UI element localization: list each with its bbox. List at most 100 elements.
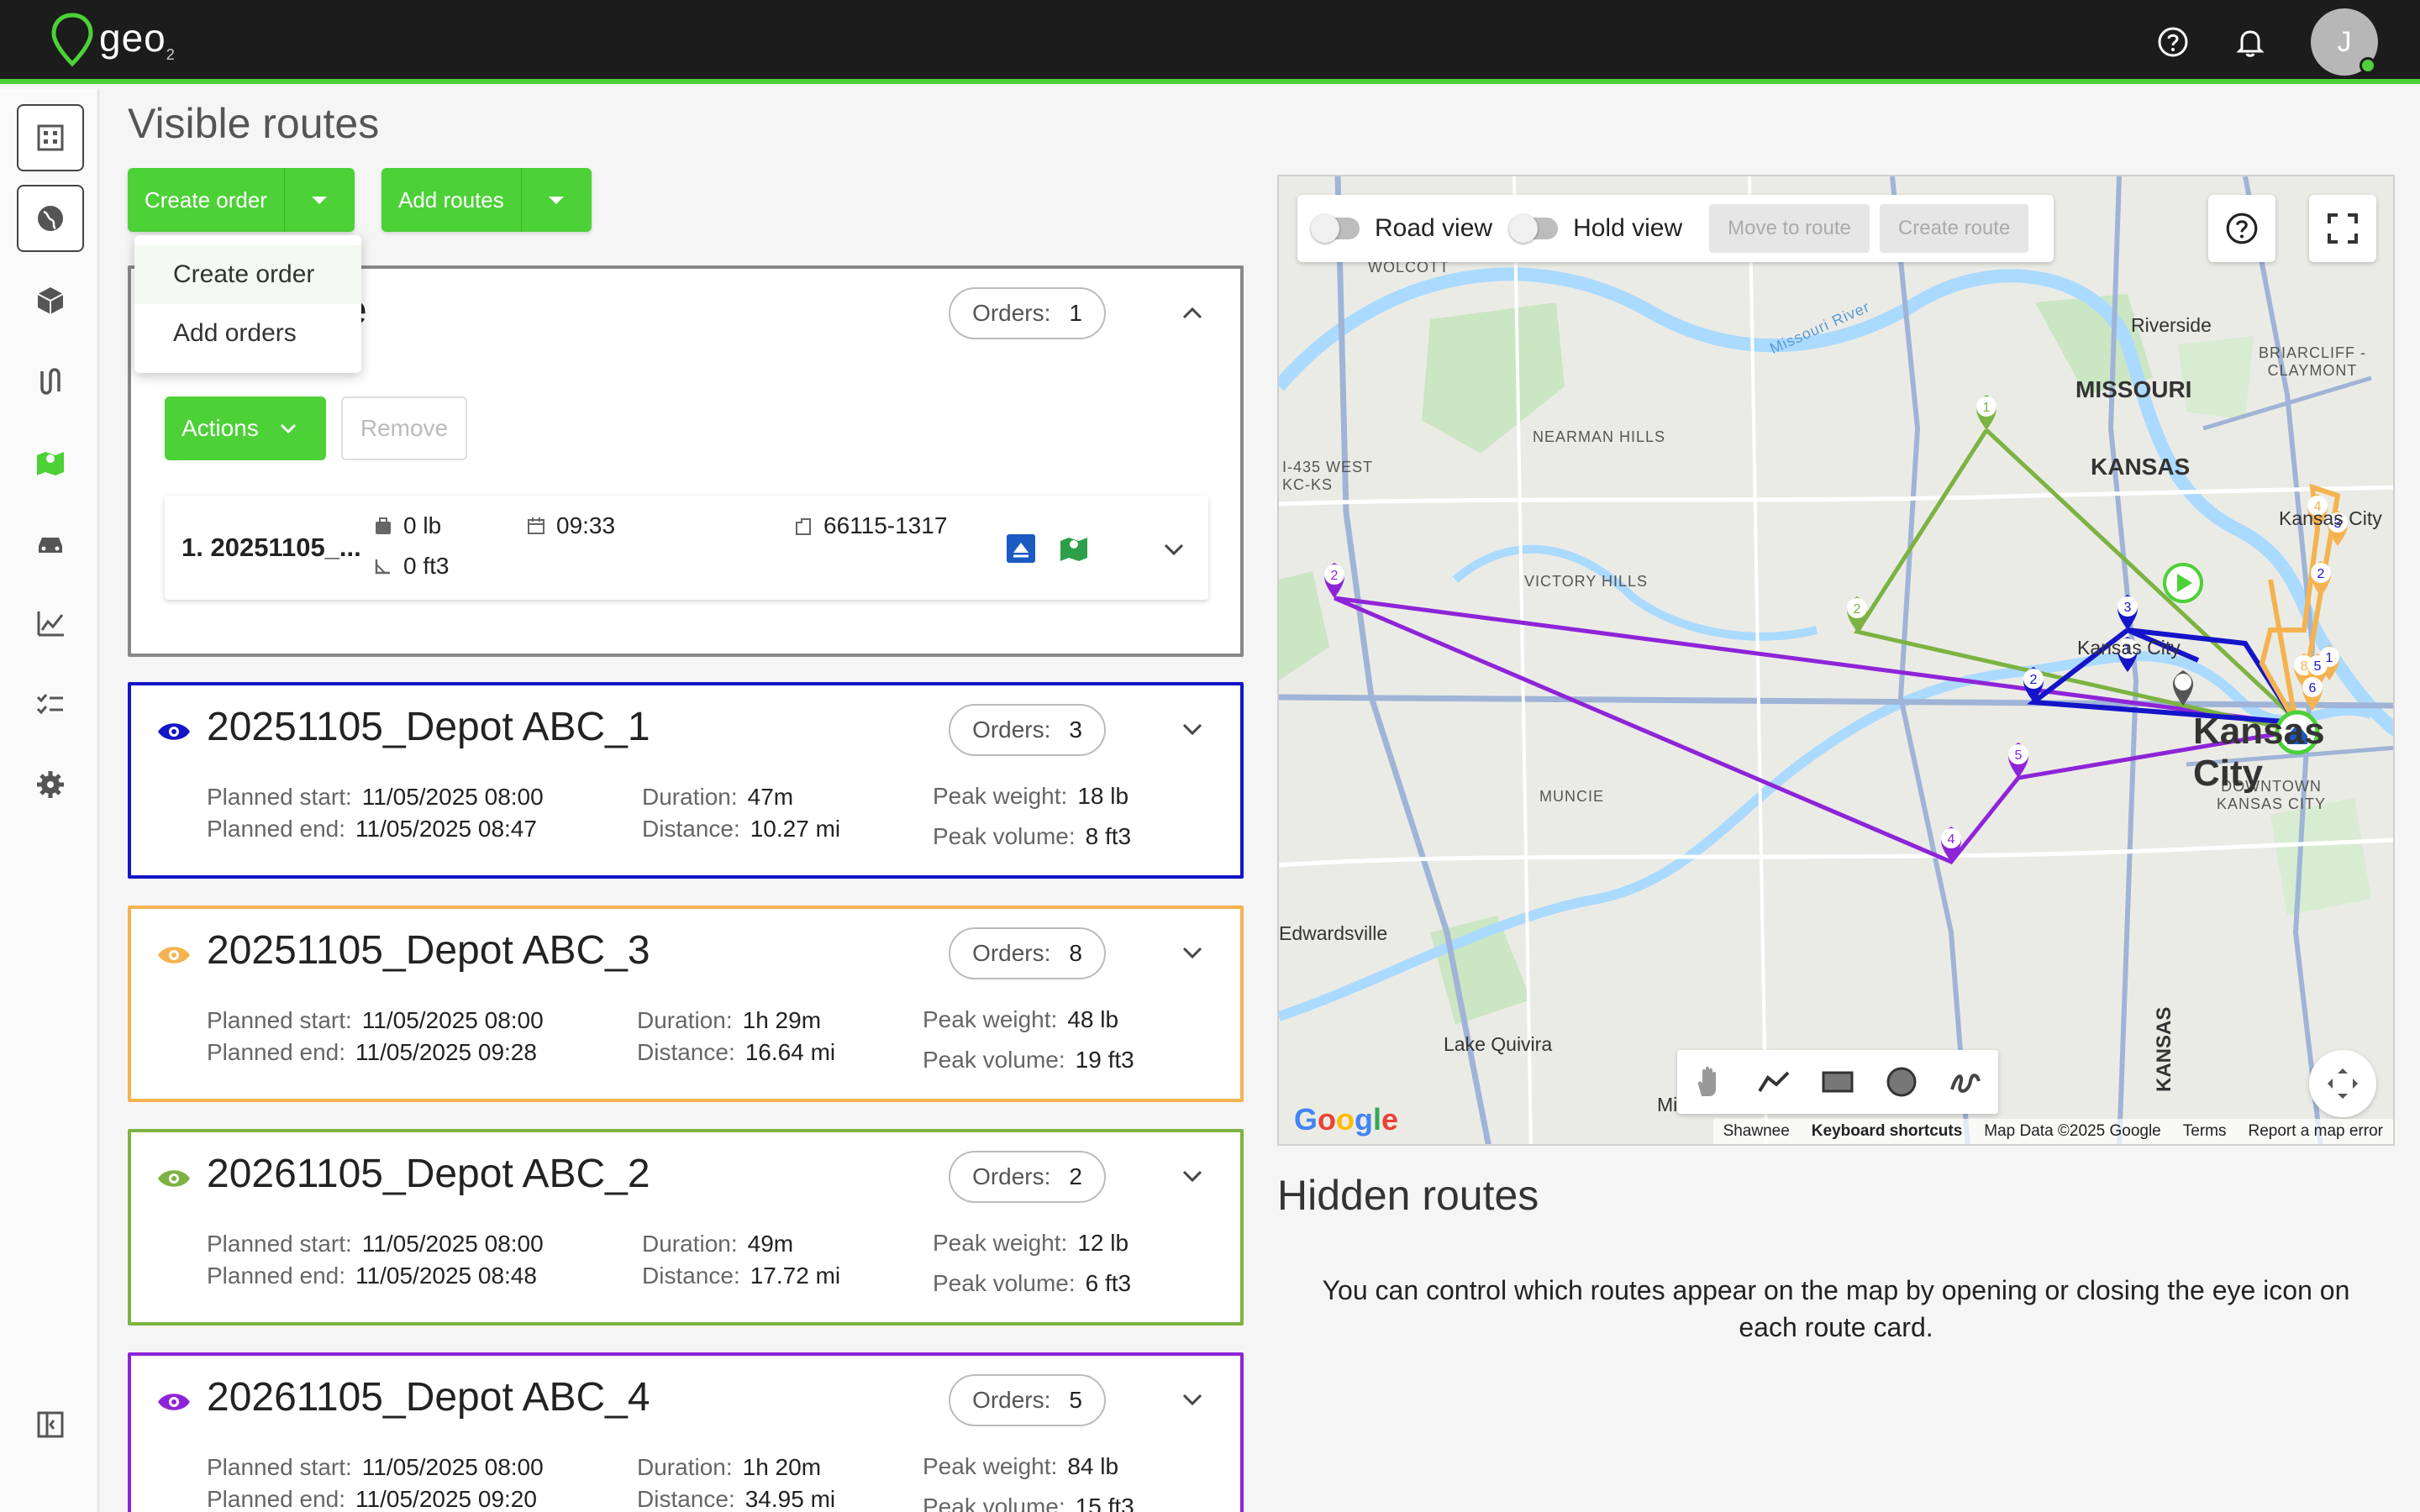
gear-icon [37, 771, 64, 798]
add-routes-menu-toggle[interactable] [520, 168, 592, 232]
sidebar-item-buildings[interactable] [17, 104, 84, 171]
menu-item-add-orders[interactable]: Add orders [134, 304, 361, 363]
hold-view-toggle[interactable] [1509, 214, 1559, 243]
sidebar-item-map[interactable] [17, 428, 84, 496]
remove-button[interactable]: Remove [341, 396, 467, 460]
orders-count-pill: Orders: 1 [949, 287, 1106, 339]
svg-text:2: 2 [2317, 567, 2325, 581]
chevron-down-icon[interactable] [1181, 946, 1203, 959]
svg-text:5: 5 [2015, 748, 2023, 763]
order-time: 09:33 [526, 512, 615, 539]
order-volume: 0 ft3 [373, 553, 449, 580]
eye-icon[interactable] [156, 944, 192, 966]
create-order-button[interactable]: Create order [128, 168, 284, 232]
report-map-error-link[interactable]: Report a map error [2248, 1122, 2383, 1141]
map-place-label: MISSOURI [2075, 376, 2192, 402]
hidden-routes-help-text: You can control which routes appear on t… [1322, 1275, 2350, 1342]
fullscreen-icon [2328, 213, 2358, 244]
sidebar-item-analytics[interactable] [17, 590, 84, 657]
assign-to-route-icon[interactable] [1005, 533, 1037, 564]
freehand-icon[interactable] [1949, 1064, 1984, 1100]
create-order-menu-toggle[interactable] [283, 168, 355, 232]
polyline-icon[interactable] [1756, 1064, 1791, 1100]
add-routes-button[interactable]: Add routes [381, 168, 521, 232]
planned-times: Planned start: 11/05/2025 08:00 Planned e… [207, 784, 544, 842]
map-drawing-toolbar [1677, 1050, 1998, 1114]
orders-count-pill: Orders: 5 [949, 1374, 1106, 1426]
orders-count-pill: Orders: 2 [949, 1151, 1106, 1203]
chevron-down-icon[interactable] [1163, 543, 1185, 556]
sidebar-item-packages[interactable] [17, 267, 84, 334]
route-card[interactable]: 20261105_Depot ABC_2 Orders: 2 Planned st… [128, 1129, 1244, 1326]
road-view-label: Road view [1375, 214, 1493, 242]
svg-text:3: 3 [2124, 601, 2132, 615]
hold-view-label: Hold view [1573, 214, 1683, 242]
help-icon [2226, 213, 2258, 244]
peak-stats: Peak weight: 84 lb Peak volume: 15 ft3 [923, 1453, 1134, 1512]
duration-distance: Duration: 49m Distance: 17.72 mi [642, 1231, 841, 1289]
route-title: 20261105_Depot ABC_4 [207, 1375, 650, 1420]
eye-icon[interactable] [156, 721, 192, 743]
chevron-down-icon [280, 423, 296, 434]
move-to-route-button[interactable]: Move to route [1709, 204, 1870, 253]
rectangle-icon[interactable] [1820, 1064, 1855, 1100]
car-icon [39, 538, 62, 553]
road-view-toggle[interactable] [1311, 214, 1360, 243]
sidebar-item-globe[interactable] [17, 185, 84, 252]
svg-text:1: 1 [1983, 401, 1991, 415]
map-help-button[interactable] [2208, 195, 2275, 262]
route-map[interactable]: 2 1 2 3 2 1 5 4 8 4 3 2 1 5 6 WOLCOTT NE… [1277, 175, 2395, 1146]
recenter-icon [2328, 1068, 2358, 1099]
location-pin-icon [51, 13, 93, 67]
duration-distance: Duration: 47m Distance: 10.27 mi [642, 784, 841, 842]
route-path-icon [40, 368, 60, 395]
user-avatar[interactable]: J [2311, 8, 2378, 76]
collapse-panel-icon [37, 1411, 64, 1438]
circle-icon[interactable] [1884, 1064, 1919, 1100]
sidebar-item-tasks[interactable] [17, 670, 84, 738]
play-marker[interactable] [2163, 563, 2203, 603]
planned-times: Planned start: 11/05/2025 08:00 Planned e… [207, 1231, 544, 1289]
chevron-down-icon[interactable] [1181, 722, 1203, 736]
map-icon [37, 452, 64, 475]
svg-text:5: 5 [2314, 659, 2322, 674]
eye-icon[interactable] [156, 1168, 192, 1189]
hand-pan-icon[interactable] [1691, 1064, 1727, 1100]
show-on-map-icon[interactable] [1057, 531, 1091, 564]
sidebar-collapse-button[interactable] [17, 1391, 84, 1458]
add-routes-split-button[interactable]: Add routes [381, 168, 592, 232]
help-icon[interactable] [2156, 25, 2190, 59]
create-order-split-button[interactable]: Create order [128, 168, 355, 232]
sidebar-item-settings[interactable] [17, 751, 84, 818]
route-card[interactable]: 20261105_Depot ABC_4 Orders: 5 Planned st… [128, 1352, 1244, 1512]
map-place-label: I-435 WEST KC-KS [1282, 459, 1373, 493]
sidebar-item-routes[interactable] [17, 348, 84, 415]
globe-icon [38, 206, 63, 231]
actions-button[interactable]: Actions [165, 396, 326, 460]
route-card[interactable]: 20251105_Depot ABC_1 Orders: 3 Planned st… [128, 682, 1244, 879]
order-row[interactable]: 1. 20251105_... 0 lb 0 ft3 09:33 66115-1… [165, 496, 1208, 600]
eye-icon[interactable] [156, 1391, 192, 1413]
mailbox-icon [796, 518, 811, 535]
chevron-down-icon[interactable] [1181, 1393, 1203, 1406]
sidebar-item-vehicles[interactable] [17, 509, 84, 576]
terms-link[interactable]: Terms [2183, 1122, 2227, 1141]
weight-icon [376, 517, 391, 534]
fullscreen-button[interactable] [2309, 195, 2376, 262]
sidebar-nav [0, 89, 99, 1512]
notifications-bell-icon[interactable] [2233, 25, 2267, 59]
checklist-icon [36, 694, 63, 715]
create-route-button[interactable]: Create route [1879, 204, 2029, 253]
duration-distance: Duration: 1h 29m Distance: 16.64 mi [637, 1007, 836, 1065]
package-icon [37, 287, 64, 314]
route-card[interactable]: 20251105_Depot ABC_3 Orders: 8 Planned st… [128, 906, 1244, 1102]
map-place-label: Edwardsville [1279, 922, 1388, 944]
app-logo[interactable]: geo2 [49, 12, 176, 67]
chevron-up-icon[interactable] [1181, 306, 1203, 319]
map-toolbar: Road view Hold view Move to route Create… [1297, 195, 2054, 262]
keyboard-shortcuts-link[interactable]: Keyboard shortcuts [1812, 1122, 1962, 1141]
chevron-down-icon[interactable] [1181, 1169, 1203, 1183]
menu-item-create-order[interactable]: Create order [134, 245, 361, 304]
map-place-label: Kansas City [2193, 711, 2325, 794]
recenter-button[interactable] [2309, 1050, 2376, 1117]
